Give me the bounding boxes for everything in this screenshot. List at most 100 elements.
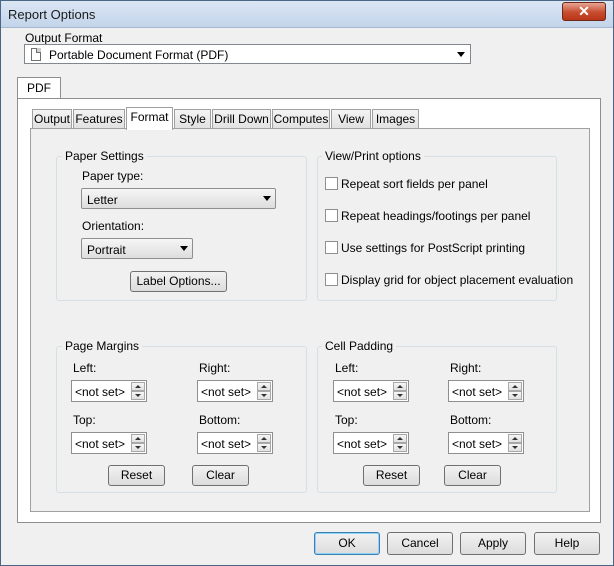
postscript-settings-label: Use settings for PostScript printing [341, 241, 526, 255]
padding-reset-button[interactable]: Reset [363, 465, 420, 486]
padding-right-spinner[interactable]: <not set> [448, 380, 524, 402]
tab-view[interactable]: View [331, 109, 371, 129]
padding-right-label: Right: [450, 361, 482, 375]
margin-top-value: <not set> [75, 437, 126, 451]
spin-up-button[interactable] [131, 382, 145, 391]
margins-clear-button-label: Clear [206, 468, 235, 482]
tab-features[interactable]: Features [73, 109, 125, 129]
spin-up-button[interactable] [257, 434, 271, 443]
arrow-up-icon [135, 437, 141, 440]
cancel-button[interactable]: Cancel [387, 532, 453, 555]
spin-up-button[interactable] [393, 434, 407, 443]
chevron-down-icon [180, 246, 188, 251]
padding-top-value: <not set> [337, 437, 388, 451]
arrow-down-icon [397, 446, 403, 449]
spin-up-button[interactable] [257, 382, 271, 391]
padding-bottom-value: <not set> [452, 437, 503, 451]
spin-up-button[interactable] [508, 434, 522, 443]
document-icon [31, 48, 41, 61]
apply-button[interactable]: Apply [460, 532, 526, 555]
margins-reset-button-label: Reset [120, 468, 153, 482]
tab-style-label: Style [179, 112, 206, 126]
output-format-value: Portable Document Format (PDF) [49, 48, 229, 62]
padding-clear-button[interactable]: Clear [444, 465, 501, 486]
tab-drill-down-label: Drill Down [214, 112, 269, 126]
spin-down-button[interactable] [131, 391, 145, 400]
output-format-label: Output Format [25, 31, 103, 45]
repeat-headings-footings-checkbox[interactable] [325, 209, 338, 222]
spin-down-button[interactable] [393, 443, 407, 452]
tab-pdf-label: PDF [27, 81, 51, 95]
spin-down-button[interactable] [508, 443, 522, 452]
spin-down-button[interactable] [257, 443, 271, 452]
tab-view-label: View [338, 112, 364, 126]
arrow-up-icon [512, 437, 518, 440]
arrow-down-icon [397, 394, 403, 397]
arrow-up-icon [261, 385, 267, 388]
margins-reset-button[interactable]: Reset [108, 465, 165, 486]
output-format-select[interactable]: Portable Document Format (PDF) [24, 44, 471, 64]
chevron-down-icon [457, 52, 465, 57]
margin-right-spinner[interactable]: <not set> [197, 380, 273, 402]
help-button[interactable]: Help [534, 532, 600, 555]
tab-format-label: Format [130, 110, 169, 124]
spin-down-button[interactable] [257, 391, 271, 400]
window-title: Report Options [8, 7, 96, 22]
tab-format[interactable]: Format [126, 107, 173, 130]
close-button[interactable]: ✕ [562, 2, 606, 21]
tab-computes[interactable]: Computes [272, 109, 330, 129]
tab-drill-down[interactable]: Drill Down [212, 109, 271, 129]
spin-up-button[interactable] [508, 382, 522, 391]
margin-left-spinner[interactable]: <not set> [71, 380, 147, 402]
margin-bottom-value: <not set> [201, 437, 252, 451]
tab-images[interactable]: Images [372, 109, 419, 129]
padding-left-value: <not set> [337, 385, 388, 399]
tab-computes-label: Computes [273, 112, 329, 126]
padding-top-spinner[interactable]: <not set> [333, 432, 409, 454]
spin-up-button[interactable] [131, 434, 145, 443]
padding-reset-button-label: Reset [375, 468, 408, 482]
cancel-button-label: Cancel [401, 536, 439, 550]
arrow-down-icon [261, 394, 267, 397]
tab-output[interactable]: Output [32, 109, 72, 129]
orientation-label: Orientation: [82, 219, 145, 233]
spin-down-button[interactable] [131, 443, 145, 452]
arrow-up-icon [512, 385, 518, 388]
padding-bottom-label: Bottom: [450, 413, 492, 427]
padding-left-label: Left: [335, 361, 359, 375]
spin-up-button[interactable] [393, 382, 407, 391]
margins-clear-button[interactable]: Clear [192, 465, 249, 486]
paper-type-select[interactable]: Letter [81, 188, 276, 209]
arrow-up-icon [397, 385, 403, 388]
tab-pdf[interactable]: PDF [17, 77, 61, 99]
title-bar[interactable]: Report Options ✕ [1, 1, 613, 28]
margin-right-value: <not set> [201, 385, 252, 399]
margin-top-spinner[interactable]: <not set> [71, 432, 147, 454]
margin-top-label: Top: [73, 413, 96, 427]
arrow-up-icon [135, 385, 141, 388]
report-options-dialog: Report Options ✕ Output Format Portable … [0, 0, 614, 566]
margin-bottom-spinner[interactable]: <not set> [197, 432, 273, 454]
padding-bottom-spinner[interactable]: <not set> [448, 432, 524, 454]
margin-left-value: <not set> [75, 385, 126, 399]
apply-button-label: Apply [477, 536, 509, 550]
tab-style[interactable]: Style [174, 109, 211, 129]
cell-padding-title: Cell Padding [322, 339, 397, 353]
spin-down-button[interactable] [393, 391, 407, 400]
chevron-down-icon [263, 196, 271, 201]
paper-settings-title: Paper Settings [62, 149, 147, 163]
repeat-sort-fields-checkbox[interactable] [325, 177, 338, 190]
label-options-button[interactable]: Label Options... [130, 271, 227, 292]
arrow-up-icon [397, 437, 403, 440]
display-grid-checkbox[interactable] [325, 273, 338, 286]
display-grid-label: Display grid for object placement evalua… [341, 273, 574, 287]
ok-button[interactable]: OK [314, 532, 380, 555]
arrow-down-icon [512, 446, 518, 449]
orientation-select[interactable]: Portrait [81, 238, 193, 259]
padding-left-spinner[interactable]: <not set> [333, 380, 409, 402]
paper-type-label: Paper type: [82, 169, 144, 183]
postscript-settings-checkbox[interactable] [325, 241, 338, 254]
margin-bottom-label: Bottom: [199, 413, 241, 427]
spin-down-button[interactable] [508, 391, 522, 400]
arrow-down-icon [512, 394, 518, 397]
